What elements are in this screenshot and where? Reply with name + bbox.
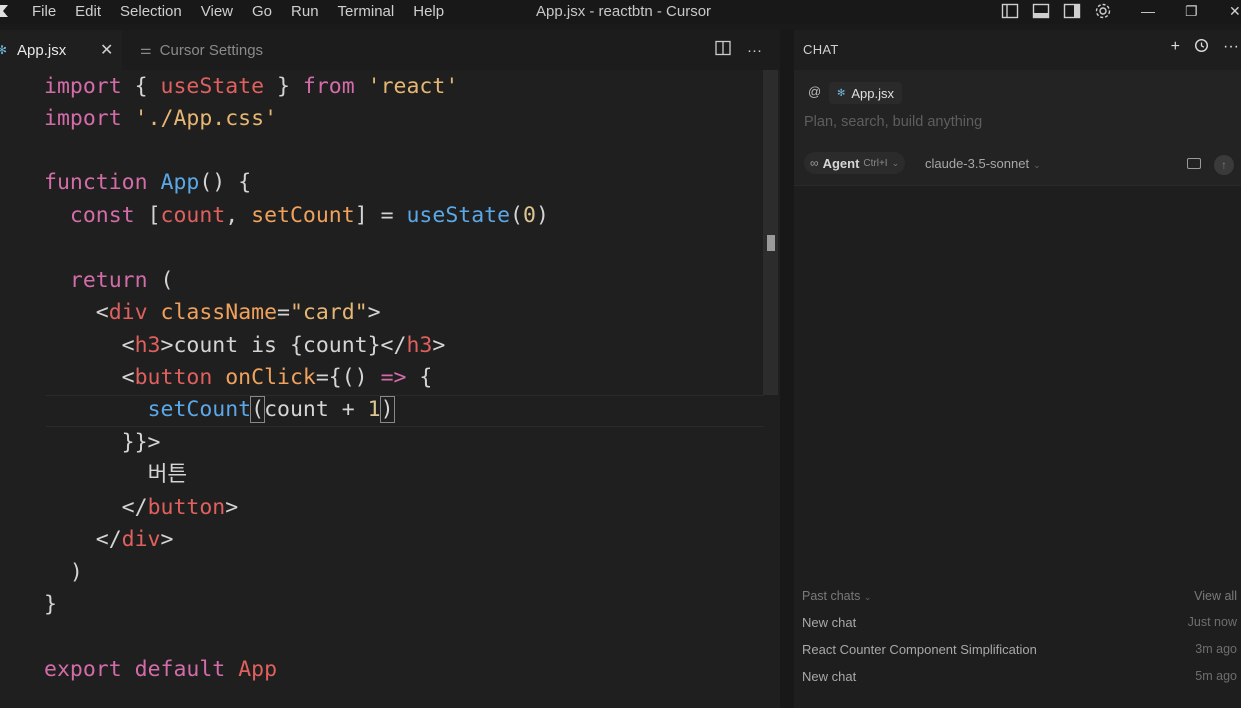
code-line[interactable]: const [count, setCount] = useState(0) xyxy=(44,200,549,232)
tab-cursor-settings[interactable]: ⚌ Cursor Settings xyxy=(122,30,302,70)
code-line[interactable]: setCount(count + 1) xyxy=(44,394,395,426)
settings-sliders-icon: ⚌ xyxy=(140,42,152,57)
chat-title: CHAT xyxy=(803,42,839,57)
more-icon[interactable]: ··· xyxy=(747,42,762,59)
tab-label: App.jsx xyxy=(17,41,67,59)
layout-sidebar-right-icon[interactable] xyxy=(1063,2,1081,20)
past-chat-time: Just now xyxy=(1187,615,1237,629)
code-line[interactable]: function App() { xyxy=(44,167,251,199)
new-chat-plus-icon[interactable]: + xyxy=(1171,38,1180,58)
window-title: App.jsx - reactbtn - Cursor xyxy=(536,3,712,20)
split-editor-icon[interactable] xyxy=(715,40,731,60)
code-line[interactable]: }}> xyxy=(44,427,161,459)
editor-scrollbar[interactable] xyxy=(763,70,778,395)
menu-file[interactable]: File xyxy=(32,0,56,24)
past-chat-time: 5m ago xyxy=(1195,669,1237,683)
model-label: claude-3.5-sonnet xyxy=(925,156,1030,171)
code-line[interactable]: 버튼 xyxy=(44,459,188,491)
code-line[interactable]: export default App xyxy=(44,654,277,686)
tab-label: Cursor Settings xyxy=(159,41,264,59)
context-file-label: App.jsx xyxy=(851,85,895,101)
minimize-icon[interactable]: — xyxy=(1141,2,1155,20)
add-context-icon[interactable]: @ xyxy=(808,84,821,99)
code-line[interactable]: ) xyxy=(44,557,83,589)
code-editor[interactable]: import { useState } from 'react' import … xyxy=(0,70,780,708)
menu-help[interactable]: Help xyxy=(413,0,444,24)
cursor-logo-icon xyxy=(0,4,10,18)
react-file-icon: ✻ xyxy=(0,43,8,57)
agent-mode-selector[interactable]: ∞ Agent Ctrl+I ⌄ xyxy=(804,152,906,174)
menu-view[interactable]: View xyxy=(201,0,233,24)
editor-actions: ··· xyxy=(715,30,762,70)
image-attach-icon[interactable] xyxy=(1187,158,1201,169)
agent-mode-label: Agent xyxy=(822,155,860,171)
menu-terminal[interactable]: Terminal xyxy=(338,0,395,24)
chat-input[interactable]: Plan, search, build anything xyxy=(804,114,982,130)
code-line[interactable]: import { useState } from 'react' xyxy=(44,71,458,103)
more-icon[interactable]: ··· xyxy=(1223,38,1239,58)
code-line[interactable]: return ( xyxy=(44,265,174,297)
react-file-icon: ✻ xyxy=(837,87,846,99)
chat-actions: + ··· xyxy=(1171,38,1239,58)
code-line[interactable]: } xyxy=(44,589,57,621)
menu-selection[interactable]: Selection xyxy=(120,0,182,24)
infinity-icon: ∞ xyxy=(810,156,819,170)
past-chat-name: React Counter Component Simplification xyxy=(802,642,1037,657)
settings-gear-icon[interactable] xyxy=(1094,2,1112,20)
past-chat-item[interactable]: React Counter Component Simplification 3… xyxy=(802,636,1237,663)
panel-divider[interactable] xyxy=(780,30,794,708)
past-chat-item[interactable]: New chat 5m ago xyxy=(802,663,1237,690)
history-icon[interactable] xyxy=(1194,38,1209,58)
past-chats-header: Past chats ⌄ View all xyxy=(802,589,1237,609)
restore-icon[interactable]: ❐ xyxy=(1185,2,1198,20)
tab-app-jsx[interactable]: ✻ App.jsx ✕ xyxy=(0,30,122,70)
context-file-chip[interactable]: ✻ App.jsx xyxy=(829,82,903,104)
send-arrow-icon[interactable]: ↑ xyxy=(1214,155,1234,175)
menu-run[interactable]: Run xyxy=(291,0,319,24)
agent-shortcut: Ctrl+I xyxy=(863,157,888,169)
code-line[interactable]: <h3>count is {count}</h3> xyxy=(44,330,446,362)
menu-bar: File Edit Selection View Go Run Terminal… xyxy=(32,0,463,24)
past-chats: Past chats ⌄ View all New chat Just now … xyxy=(802,589,1237,690)
chat-input-box[interactable]: @ ✻ App.jsx Plan, search, build anything… xyxy=(794,70,1241,186)
scrollbar-thumb[interactable] xyxy=(767,235,775,251)
view-all-link[interactable]: View all xyxy=(1194,589,1237,603)
code-line[interactable]: import './App.css' xyxy=(44,103,277,135)
editor-tabs: ✻ App.jsx ✕ ⚌ Cursor Settings ··· xyxy=(0,30,780,70)
chevron-down-icon: ⌄ xyxy=(1033,160,1041,170)
menu-edit[interactable]: Edit xyxy=(75,0,101,24)
close-tab-icon[interactable]: ✕ xyxy=(100,40,113,60)
past-chat-name: New chat xyxy=(802,615,857,630)
chevron-down-icon: ⌄ xyxy=(863,592,872,602)
code-line[interactable]: <div className="card"> xyxy=(44,297,381,329)
past-chat-item[interactable]: New chat Just now xyxy=(802,609,1237,636)
layout-panel-icon[interactable] xyxy=(1032,2,1050,20)
code-line[interactable]: </button> xyxy=(44,492,239,524)
past-chat-time: 3m ago xyxy=(1195,642,1237,656)
past-chats-toggle[interactable]: Past chats ⌄ xyxy=(802,589,871,603)
chat-panel: CHAT + ··· @ ✻ App.jsx Plan, search, bui… xyxy=(794,30,1241,708)
close-icon[interactable]: ✕ xyxy=(1229,2,1241,20)
code-line[interactable]: <button onClick={() => { xyxy=(44,362,433,394)
past-chat-name: New chat xyxy=(802,669,857,684)
model-selector[interactable]: claude-3.5-sonnet ⌄ xyxy=(925,156,1041,171)
layout-sidebar-left-icon[interactable] xyxy=(1001,2,1019,20)
code-line[interactable]: </div> xyxy=(44,524,174,556)
menu-go[interactable]: Go xyxy=(252,0,272,24)
chevron-down-icon: ⌄ xyxy=(891,157,900,168)
title-bar: File Edit Selection View Go Run Terminal… xyxy=(0,0,1241,24)
